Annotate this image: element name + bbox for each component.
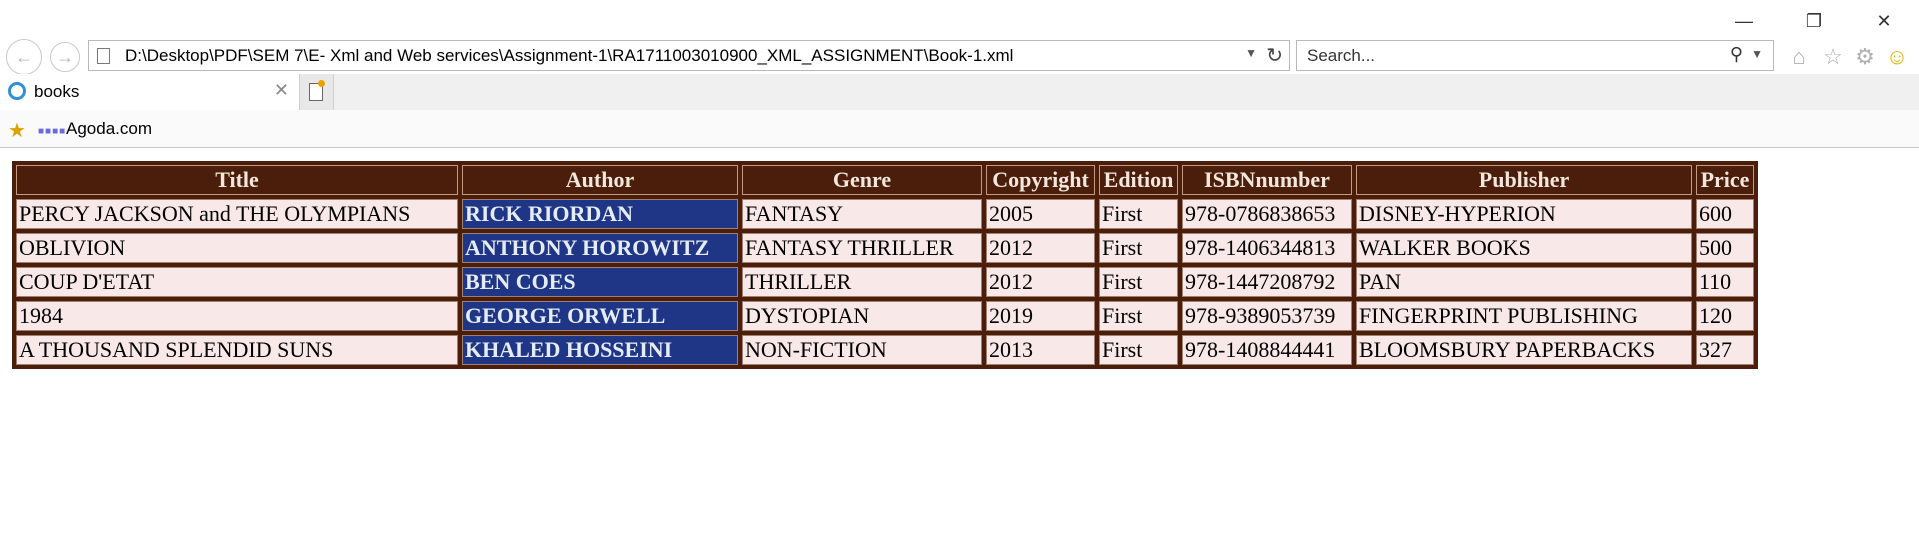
minimize-button[interactable]: — (1724, 6, 1764, 36)
cell-isbn: 978-1447208792 (1182, 267, 1352, 297)
cell-edition: First (1099, 267, 1178, 297)
cell-publisher: FINGERPRINT PUBLISHING (1356, 301, 1692, 331)
cell-copyright: 2019 (986, 301, 1095, 331)
favorites-bar: ★ ■■■■ Agoda.com (0, 110, 1919, 148)
restore-button[interactable]: ❐ (1794, 6, 1834, 36)
table-row: COUP D'ETAT BEN COES THRILLER 2012 First… (16, 267, 1754, 297)
minimize-icon: — (1735, 10, 1753, 31)
tab-label: books (34, 82, 80, 101)
column-header-author: Author (462, 165, 738, 195)
navigation-bar: ← → D:\Desktop\PDF\SEM 7\E- Xml and Web … (0, 39, 1919, 75)
cell-title: COUP D'ETAT (16, 267, 458, 297)
page-content: Title Author Genre Copyright Edition ISB… (12, 161, 1758, 369)
cell-publisher: PAN (1356, 267, 1692, 297)
table-header-row: Title Author Genre Copyright Edition ISB… (16, 165, 1754, 195)
cell-price: 120 (1696, 301, 1754, 331)
cell-author: ANTHONY HOROWITZ (462, 233, 738, 263)
back-arrow-icon: ← (15, 46, 33, 67)
forward-arrow-icon: → (56, 46, 74, 67)
column-header-title: Title (16, 165, 458, 195)
column-header-isbn: ISBNnumber (1182, 165, 1352, 195)
site-favicon-icon: ■■■■ (38, 126, 67, 137)
cell-copyright: 2013 (986, 335, 1095, 365)
cell-publisher: DISNEY-HYPERION (1356, 199, 1692, 229)
home-icon[interactable]: ⌂ (1786, 44, 1812, 70)
cell-genre: DYSTOPIAN (742, 301, 982, 331)
page-icon (97, 48, 110, 64)
table-row: A THOUSAND SPLENDID SUNS KHALED HOSSEINI… (16, 335, 1754, 365)
cell-isbn: 978-1406344813 (1182, 233, 1352, 263)
cell-publisher: BLOOMSBURY PAPERBACKS (1356, 335, 1692, 365)
ie-logo-icon (8, 82, 26, 100)
cell-edition: First (1099, 233, 1178, 263)
column-header-publisher: Publisher (1356, 165, 1692, 195)
cell-edition: First (1099, 335, 1178, 365)
add-to-favorites-icon[interactable]: ★ (8, 118, 26, 143)
table-row: PERCY JACKSON and THE OLYMPIANS RICK RIO… (16, 199, 1754, 229)
cell-copyright: 2012 (986, 233, 1095, 263)
address-bar[interactable]: D:\Desktop\PDF\SEM 7\E- Xml and Web serv… (88, 40, 1290, 71)
search-icon[interactable]: ⚲ (1730, 44, 1743, 65)
cell-price: 110 (1696, 267, 1754, 297)
table-row: OBLIVION ANTHONY HOROWITZ FANTASY THRILL… (16, 233, 1754, 263)
cell-genre: FANTASY THRILLER (742, 233, 982, 263)
cell-price: 327 (1696, 335, 1754, 365)
favorites-star-icon[interactable]: ☆ (1820, 44, 1846, 70)
cell-isbn: 978-0786838653 (1182, 199, 1352, 229)
tab-books[interactable]: books ✕ (0, 74, 300, 110)
cell-author: GEORGE ORWELL (462, 301, 738, 331)
feedback-smiley-icon[interactable]: ☺ (1884, 44, 1910, 70)
column-header-copyright: Copyright (986, 165, 1095, 195)
cell-edition: First (1099, 199, 1178, 229)
cell-price: 600 (1696, 199, 1754, 229)
cell-title: PERCY JACKSON and THE OLYMPIANS (16, 199, 458, 229)
close-window-button[interactable]: ✕ (1864, 6, 1904, 36)
close-icon: ✕ (1876, 10, 1892, 31)
window-title-bar: — ❐ ✕ (0, 0, 1919, 40)
search-box[interactable]: Search... ⚲ ▼ (1296, 40, 1774, 71)
search-dropdown-icon[interactable]: ▼ (1751, 47, 1763, 61)
cell-genre: FANTASY (742, 199, 982, 229)
cell-isbn: 978-9389053739 (1182, 301, 1352, 331)
cell-publisher: WALKER BOOKS (1356, 233, 1692, 263)
address-url[interactable]: D:\Desktop\PDF\SEM 7\E- Xml and Web serv… (125, 46, 1013, 66)
cell-genre: THRILLER (742, 267, 982, 297)
new-tab-button[interactable] (300, 74, 334, 110)
cell-author: RICK RIORDAN (462, 199, 738, 229)
settings-gear-icon[interactable]: ⚙ (1852, 44, 1878, 70)
cell-copyright: 2005 (986, 199, 1095, 229)
back-button[interactable]: ← (6, 39, 42, 75)
address-dropdown-icon[interactable]: ▼ (1245, 46, 1257, 60)
cell-title: OBLIVION (16, 233, 458, 263)
tab-close-icon[interactable]: ✕ (274, 80, 289, 101)
column-header-edition: Edition (1099, 165, 1178, 195)
tab-strip-empty (334, 74, 1919, 110)
search-input[interactable]: Search... (1307, 46, 1375, 66)
tab-strip: books ✕ (0, 74, 1919, 110)
cell-author: KHALED HOSSEINI (462, 335, 738, 365)
new-tab-dot (318, 80, 325, 87)
cell-copyright: 2012 (986, 267, 1095, 297)
cell-title: A THOUSAND SPLENDID SUNS (16, 335, 458, 365)
column-header-price: Price (1696, 165, 1754, 195)
cell-author: BEN COES (462, 267, 738, 297)
cell-title: 1984 (16, 301, 458, 331)
books-table: Title Author Genre Copyright Edition ISB… (12, 161, 1758, 369)
cell-isbn: 978-1408844441 (1182, 335, 1352, 365)
refresh-icon[interactable]: ↻ (1266, 43, 1283, 68)
cell-price: 500 (1696, 233, 1754, 263)
restore-icon: ❐ (1805, 10, 1823, 31)
column-header-genre: Genre (742, 165, 982, 195)
forward-button[interactable]: → (50, 42, 80, 72)
table-row: 1984 GEORGE ORWELL DYSTOPIAN 2019 First … (16, 301, 1754, 331)
cell-edition: First (1099, 301, 1178, 331)
favorite-link-agoda[interactable]: Agoda.com (66, 119, 152, 139)
cell-genre: NON-FICTION (742, 335, 982, 365)
